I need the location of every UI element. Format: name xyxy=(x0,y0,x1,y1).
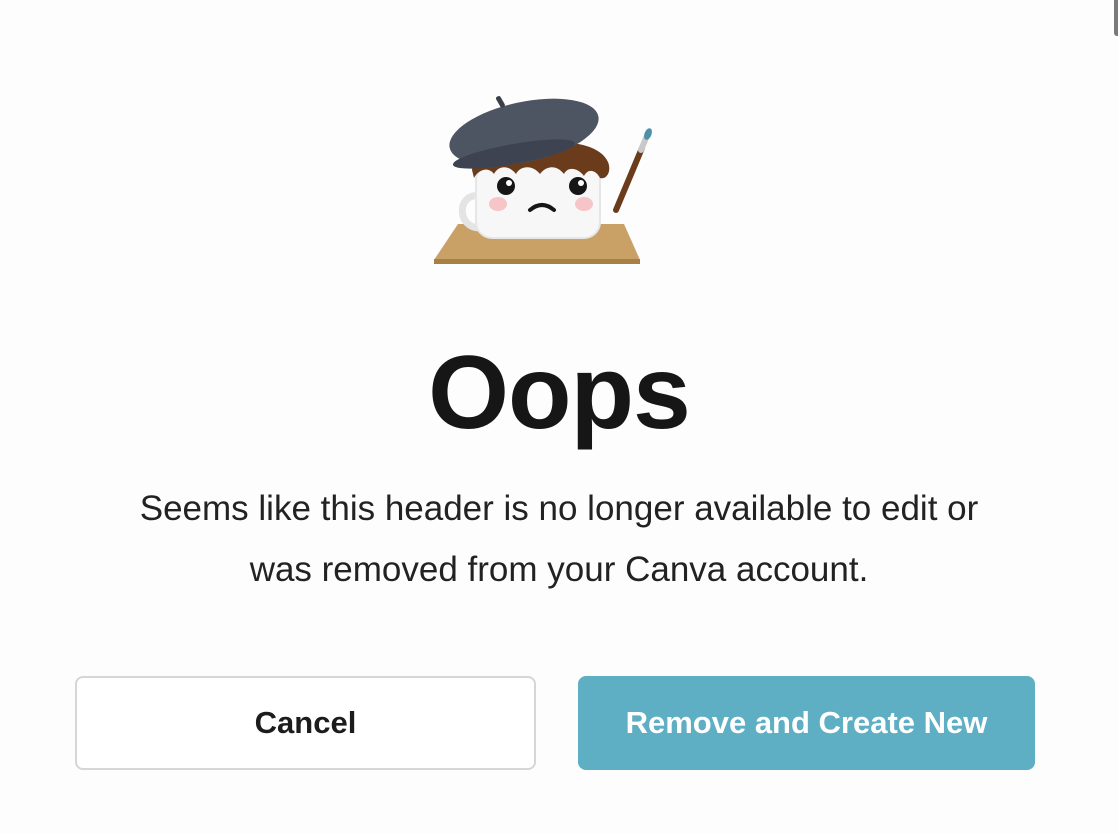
sad-mug-artist-illustration xyxy=(434,96,652,264)
message-line: Seems like this header is no longer avai… xyxy=(139,489,979,528)
message-line: was removed from your Canva account. xyxy=(249,550,869,589)
scrollbar-thumb[interactable] xyxy=(1114,0,1118,36)
dialog-message: Seems like this header is no longer avai… xyxy=(60,478,1058,600)
error-dialog: Oops Seems like this header is no longer… xyxy=(0,0,1118,834)
remove-and-create-new-button[interactable]: Remove and Create New xyxy=(578,676,1035,770)
dialog-title: Oops xyxy=(428,335,691,451)
cancel-button[interactable]: Cancel xyxy=(75,676,536,770)
